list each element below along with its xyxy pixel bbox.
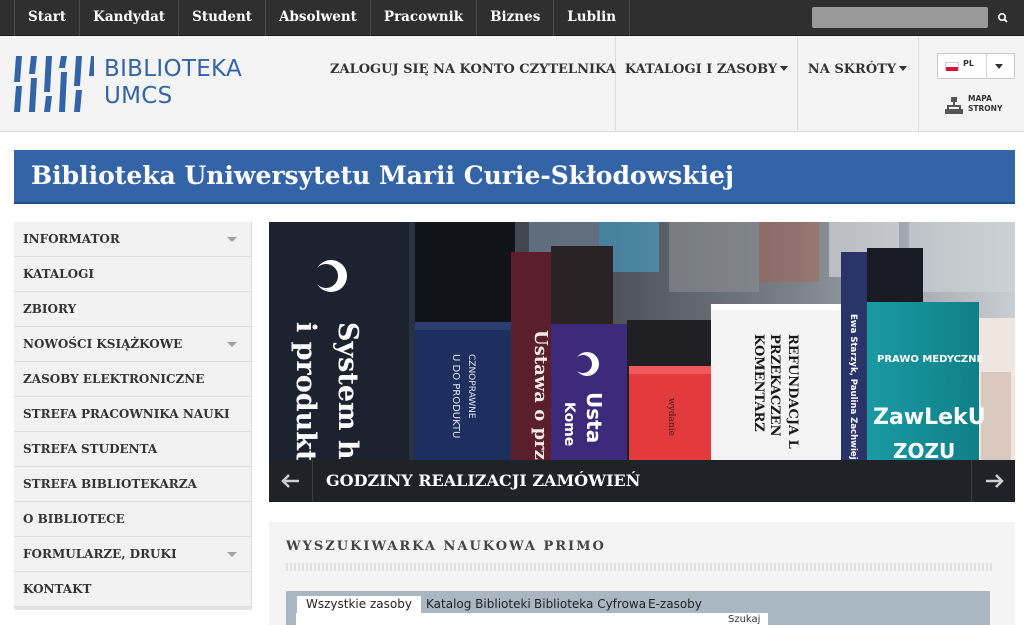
book-spine-text-7: Ewa Starzyk, Paulina Zachwieja: [848, 314, 858, 466]
sidebar-item-katalogi[interactable]: KATALOGI: [14, 257, 252, 292]
catalogs-menu-label: KATALOGI I ZASOBY: [624, 62, 778, 77]
sidebar-item-zbiory[interactable]: ZBIORY: [14, 292, 252, 327]
sidebar-item-informator[interactable]: INFORMATOR: [14, 222, 252, 257]
login-link[interactable]: ZALOGUJ SIĘ NA KONTO CZYTELNIKA: [330, 36, 616, 132]
chevron-down-icon: [899, 66, 908, 71]
top-search-input[interactable]: [812, 7, 988, 28]
language-label: PL: [963, 59, 974, 68]
book-spine-text-4b: Kome: [561, 402, 577, 446]
sitemap-icon: [945, 97, 963, 114]
logo-mark-icon: [14, 56, 94, 112]
site-header: BIBLIOTEKA UMCS ZALOGUJ SIĘ NA KONTO CZY…: [0, 36, 1024, 132]
search-icon: [998, 13, 1008, 23]
book-spine-text-2b: CZNOPRAWNE: [466, 354, 476, 419]
primo-title: WYSZUKIWARKA NAUKOWA PRIMO: [286, 539, 606, 554]
page-title: Biblioteka Uniwersytetu Marii Curie-Skło…: [31, 161, 734, 190]
sidebar-item-o-bibliotece[interactable]: O BIBLIOTECE: [14, 502, 252, 537]
tab-katalog-biblioteki[interactable]: Katalog Biblioteki: [426, 596, 531, 612]
book-spine-text-3: Ustawa o prze: [530, 330, 551, 471]
logo-text: BIBLIOTEKA UMCS: [104, 56, 242, 110]
chevron-down-icon: [780, 66, 789, 71]
book-cover-text-8a: PRAWO MEDYCZNE: [877, 354, 984, 365]
top-bar: Start Kandydat Student Absolwent Pracown…: [0, 0, 1024, 36]
book-spine-text-6b: PRZEKACZEN: [767, 334, 782, 437]
sidebar-item-zasoby-elektroniczne[interactable]: ZASOBY ELEKTRONICZNE: [14, 362, 252, 397]
sidebar-shadow: [14, 607, 252, 610]
sitemap-line-1: MAPA: [968, 94, 992, 103]
arrow-left-icon: [281, 474, 299, 488]
sidebar-item-kontakt[interactable]: KONTAKT: [14, 572, 252, 607]
nav-divider: [918, 36, 919, 132]
slider-next-button[interactable]: [971, 460, 1015, 502]
tab-biblioteka-cyfrowa[interactable]: Biblioteka Cyfrowa: [534, 596, 646, 612]
primo-search-button[interactable]: Szukaj: [728, 614, 760, 625]
chevron-down-icon: [995, 64, 1003, 69]
image-slider[interactable]: System har i produktar U DO PRODUKTU CZN…: [269, 222, 1015, 502]
tab-e-zasoby[interactable]: E-zasoby: [648, 596, 702, 612]
arrow-right-icon: [986, 474, 1004, 488]
sitemap-link[interactable]: MAPA STRONY: [944, 94, 1014, 118]
book-spine-text-2: U DO PRODUKTU: [450, 354, 461, 438]
tab-wszystkie-zasoby[interactable]: Wszystkie zasoby: [297, 596, 421, 613]
library-logo[interactable]: BIBLIOTEKA UMCS: [14, 54, 242, 114]
sidebar-item-nowosci[interactable]: NOWOŚCI KSIĄŻKOWE: [14, 327, 252, 362]
book-spine-text-6c: KOMENTARZ: [751, 334, 766, 432]
nav-divider: [615, 36, 616, 132]
top-nav-lublin[interactable]: Lublin: [554, 0, 631, 36]
top-navigation: Start Kandydat Student Absolwent Pracown…: [14, 0, 631, 36]
sitemap-label: MAPA STRONY: [968, 94, 1002, 114]
language-select[interactable]: PL: [937, 53, 1015, 79]
sitemap-line-2: STRONY: [968, 104, 1003, 113]
catalogs-menu[interactable]: KATALOGI I ZASOBY: [619, 36, 794, 132]
book-cover-text-8b: ZawLekU: [873, 405, 986, 430]
title-banner: Biblioteka Uniwersytetu Marii Curie-Skło…: [14, 150, 1015, 204]
sidebar-item-formularze[interactable]: FORMULARZE, DRUKI: [14, 537, 252, 572]
logo-line-1: BIBLIOTEKA: [104, 56, 243, 82]
search-button[interactable]: [993, 8, 1013, 28]
book-spine-text-6a: REFUNDACJA L: [785, 334, 800, 449]
shortcuts-menu-label: NA SKRÓTY: [807, 62, 897, 77]
slider-caption-bar: GODZINY REALIZACJI ZAMÓWIEŃ: [269, 460, 1015, 502]
top-nav-biznes[interactable]: Biznes: [477, 0, 555, 36]
top-nav-kandydat[interactable]: Kandydat: [80, 0, 180, 36]
slider-caption[interactable]: GODZINY REALIZACJI ZAMÓWIEŃ: [326, 460, 640, 502]
top-nav-pracownik[interactable]: Pracownik: [371, 0, 478, 36]
sidebar-item-strefa-bibliotekarza[interactable]: STREFA BIBLIOTEKARZA: [14, 467, 252, 502]
slider-prev-button[interactable]: [269, 460, 313, 502]
polish-flag-icon: [945, 62, 959, 71]
book-spine-text-4: Usta: [582, 392, 606, 443]
nav-divider: [797, 36, 798, 132]
sidebar-item-strefa-pracownika[interactable]: STREFA PRACOWNIKA NAUKI: [14, 397, 252, 432]
dotted-divider: [286, 563, 992, 571]
book-spine-text-5: wydanie: [666, 398, 676, 436]
shortcuts-menu[interactable]: NA SKRÓTY: [800, 36, 915, 132]
language-divider: [986, 54, 987, 78]
logo-line-2: UMCS: [104, 83, 173, 109]
top-nav-start[interactable]: Start: [14, 0, 81, 36]
primo-search-box: WYSZUKIWARKA NAUKOWA PRIMO Wszystkie zas…: [269, 522, 1015, 625]
top-nav-absolwent[interactable]: Absolwent: [266, 0, 371, 36]
sidebar-item-strefa-studenta[interactable]: STREFA STUDENTA: [14, 432, 252, 467]
top-nav-student[interactable]: Student: [179, 0, 266, 36]
primo-tabs: Wszystkie zasoby Katalog Biblioteki Bibl…: [286, 591, 990, 625]
primo-search-input[interactable]: [296, 613, 768, 625]
sidebar-menu: INFORMATOR KATALOGI ZBIORY NOWOŚCI KSIĄŻ…: [14, 222, 252, 610]
